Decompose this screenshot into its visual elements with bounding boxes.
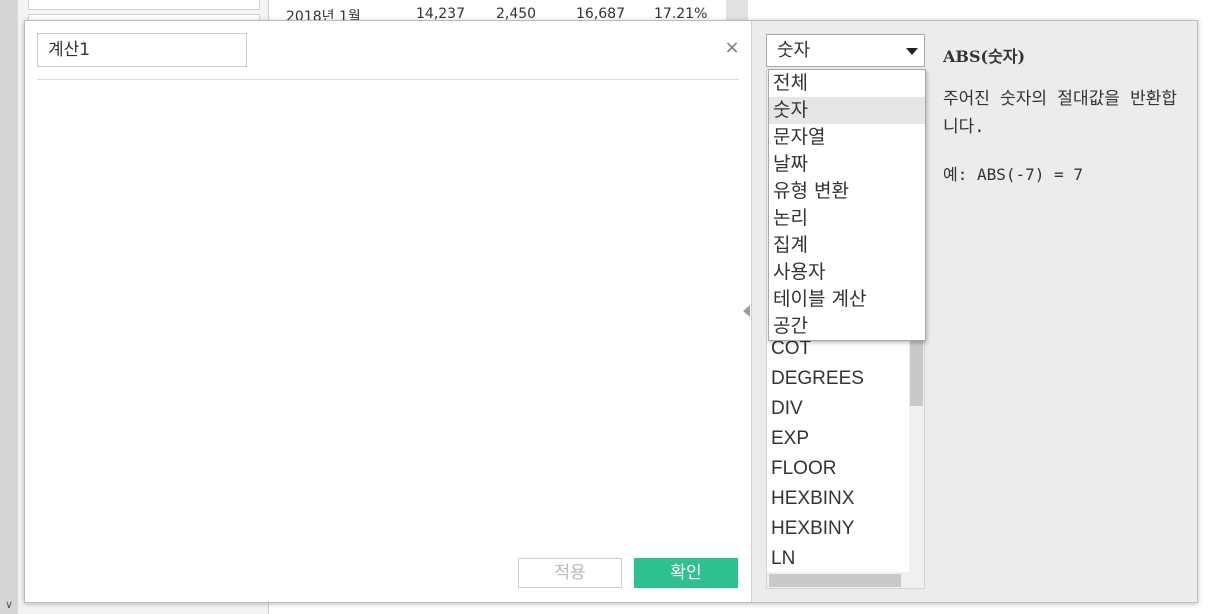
category-option[interactable]: 사용자 bbox=[769, 259, 925, 286]
category-select[interactable]: 숫자 bbox=[766, 34, 925, 67]
function-item[interactable]: HEXBINX bbox=[771, 484, 864, 514]
formula-editor[interactable] bbox=[37, 85, 743, 549]
apply-button[interactable]: 적용 bbox=[518, 558, 622, 588]
function-list-horizontal-scrollbar[interactable] bbox=[767, 572, 924, 588]
function-panel: 숫자 COT DEGREES DIV EXP FLOOR HEXBINX HEX… bbox=[743, 21, 1197, 602]
function-help: ABS(숫자) 주어진 숫자의 절대값을 반환합니다. 예: ABS(-7) =… bbox=[943, 43, 1188, 185]
function-item[interactable]: DEGREES bbox=[771, 364, 864, 394]
category-option[interactable]: 전체 bbox=[769, 70, 925, 97]
table-cell: 2,450 bbox=[496, 6, 537, 20]
calculation-dialog: × 적용 확인 숫자 COT DEGREES DIV EXP FLOOR HEX… bbox=[24, 20, 1198, 603]
function-item[interactable]: HEXBINY bbox=[771, 514, 864, 544]
background-field bbox=[28, 0, 260, 10]
category-option-selected[interactable]: 숫자 bbox=[769, 97, 925, 124]
ok-button[interactable]: 확인 bbox=[634, 558, 738, 588]
category-option[interactable]: 날짜 bbox=[769, 151, 925, 178]
category-option[interactable]: 유형 변환 bbox=[769, 178, 925, 205]
table-cell: 14,237 bbox=[416, 6, 465, 20]
function-help-description: 주어진 숫자의 절대값을 반환합니다. bbox=[943, 89, 1178, 137]
scroll-down-icon[interactable]: ∨ bbox=[0, 596, 18, 614]
background-scrollbar[interactable] bbox=[726, 0, 748, 20]
category-option[interactable]: 공간 bbox=[769, 313, 925, 340]
scrollbar-thumb[interactable] bbox=[769, 574, 901, 587]
function-help-title: ABS(숫자) bbox=[943, 47, 1026, 66]
category-dropdown-menu: 전체 숫자 문자열 날짜 유형 변환 논리 집계 사용자 테이블 계산 공간 bbox=[768, 69, 926, 341]
table-cell: 16,687 bbox=[576, 6, 625, 20]
category-select-value: 숫자 bbox=[777, 40, 811, 61]
category-option[interactable]: 문자열 bbox=[769, 124, 925, 151]
function-item[interactable]: EXP bbox=[771, 424, 864, 454]
table-cell: 2018년 1월 bbox=[286, 9, 361, 20]
function-item[interactable]: DIV bbox=[771, 394, 864, 424]
function-item[interactable]: FLOOR bbox=[771, 454, 864, 484]
category-option[interactable]: 논리 bbox=[769, 205, 925, 232]
background-scrollbar[interactable] bbox=[0, 0, 18, 614]
table-cell: 17.21% bbox=[654, 6, 708, 20]
background-table-row: 2018년 1월 14,237 2,450 16,687 17.21% bbox=[286, 6, 726, 20]
chevron-down-icon bbox=[906, 48, 918, 55]
collapse-panel-icon[interactable] bbox=[743, 305, 750, 317]
scrollbar-thumb[interactable] bbox=[910, 332, 923, 406]
close-icon[interactable]: × bbox=[723, 39, 741, 57]
category-option[interactable]: 테이블 계산 bbox=[769, 286, 925, 313]
category-option[interactable]: 집계 bbox=[769, 232, 925, 259]
function-help-example: 예: ABS(-7) = 7 bbox=[943, 165, 1083, 184]
calculation-name-input[interactable] bbox=[37, 33, 247, 67]
divider bbox=[37, 79, 739, 80]
function-item[interactable]: LN bbox=[771, 544, 864, 574]
